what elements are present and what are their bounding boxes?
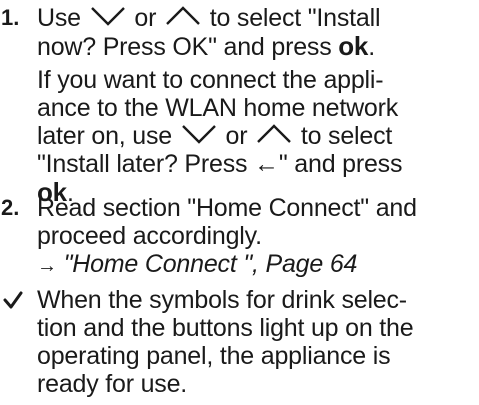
step-number: 1. — [1, 5, 20, 30]
chevron-down-icon — [90, 7, 125, 27]
text: later on, use — [37, 122, 172, 150]
step-text: Read section "Home Connect" and proceed … — [37, 194, 477, 280]
text: now? Press OK" and press — [37, 33, 332, 61]
text: "Install later? Press ←" and press — [37, 150, 403, 178]
note-text: If you want to connect the appli- ance t… — [37, 66, 477, 207]
text: Read section "Home Connect" and — [37, 194, 417, 222]
text: to select "Install — [209, 4, 381, 32]
step-1-note: If you want to connect the appli- ance t… — [0, 66, 479, 207]
check-icon — [3, 291, 23, 309]
step-number: 2. — [1, 195, 20, 220]
chevron-up-icon — [166, 6, 200, 26]
result-text: When the symbols for drink selec- tion a… — [37, 286, 477, 398]
cross-reference-link[interactable]: → "Home Connect ", Page 64 — [37, 250, 477, 280]
text: . — [368, 33, 375, 61]
chevron-down-icon — [181, 125, 216, 145]
chevron-up-icon — [257, 124, 291, 144]
text: When the symbols for drink selec- — [37, 286, 407, 314]
text: Use — [37, 4, 81, 32]
text: or — [134, 4, 157, 32]
instruction-list: 1. Use or to select "Install now? Press … — [0, 0, 479, 405]
arrow-right-icon: → — [37, 255, 57, 277]
text: ance to the WLAN home network — [37, 94, 399, 122]
text: operating panel, the appliance is — [37, 342, 391, 370]
ok-key-label: ok — [338, 31, 369, 61]
text: or — [225, 122, 248, 150]
step-1: 1. Use or to select "Install now? Press … — [0, 4, 479, 62]
text: proceed accordingly. — [37, 222, 262, 250]
step-2: 2. Read section "Home Connect" and proce… — [0, 194, 479, 280]
result: When the symbols for drink selec- tion a… — [0, 286, 479, 402]
reference-text: "Home Connect ", Page 64 — [63, 250, 358, 278]
step-text: Use or to select "Install now? Press OK"… — [37, 4, 477, 61]
text: tion and the buttons light up on the — [37, 314, 414, 342]
text: ready for use. — [37, 370, 188, 398]
text: If you want to connect the appli- — [37, 66, 384, 94]
text: to select — [300, 122, 393, 150]
